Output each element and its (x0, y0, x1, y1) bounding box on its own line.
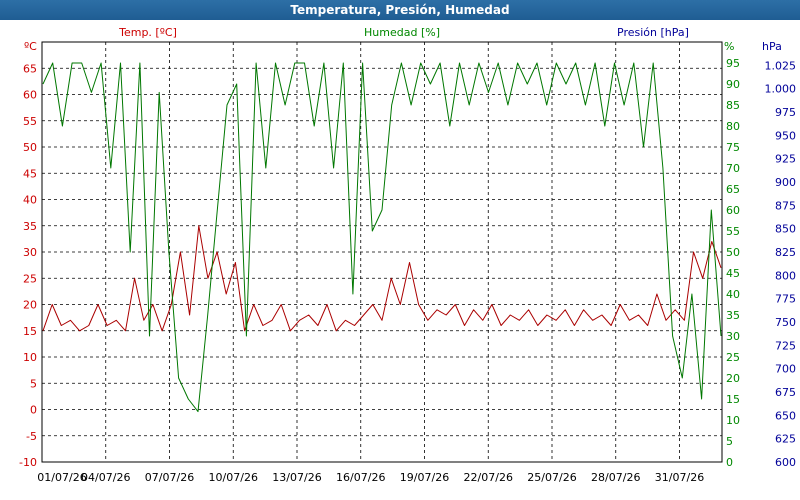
pressure-tick-label: 675 (775, 386, 796, 399)
pressure-tick-label: 750 (775, 316, 796, 329)
date-tick-label: 31/07/26 (655, 471, 704, 484)
humidity-tick-label: 35 (726, 309, 740, 322)
humidity-tick-label: 0 (726, 456, 733, 469)
date-tick-label: 22/07/26 (464, 471, 513, 484)
humidity-tick-label: 85 (726, 99, 740, 112)
temperature-tick-label: 5 (30, 377, 37, 390)
pressure-tick-label: 825 (775, 246, 796, 259)
pressure-tick-label: 875 (775, 199, 796, 212)
temperature-tick-label: 20 (23, 299, 37, 312)
date-tick-label: 04/07/26 (81, 471, 130, 484)
date-axis: 01/07/2604/07/26 07/07/26 10/07/26 13/07/26… (37, 471, 704, 484)
temperature-legend-label: Temp. [ºC] (118, 26, 177, 39)
pressure-unit-label: hPa (762, 40, 782, 53)
pressure-tick-label: 975 (775, 106, 796, 119)
humidity-tick-label: 75 (726, 141, 740, 154)
humidity-tick-label: 50 (726, 246, 740, 259)
humidity-tick-label: 65 (726, 183, 740, 196)
temperature-tick-label: 0 (30, 404, 37, 417)
humidity-tick-label: 55 (726, 225, 740, 238)
pressure-tick-label: 800 (775, 269, 796, 282)
window-title: Temperatura, Presión, Humedad (0, 0, 800, 20)
pressure-tick-label: 775 (775, 293, 796, 306)
temperature-tick-label: -5 (26, 430, 37, 443)
temperature-tick-label: 40 (23, 194, 37, 207)
pressure-tick-label: 950 (775, 129, 796, 142)
humidity-tick-label: 45 (726, 267, 740, 280)
temperature-tick-label: 60 (23, 89, 37, 102)
humidity-tick-label: 5 (726, 435, 733, 448)
humidity-tick-label: 70 (726, 162, 740, 175)
pressure-tick-label: 850 (775, 223, 796, 236)
pressure-legend-label: Presión [hPa] (617, 26, 689, 39)
temperature-tick-label: 10 (23, 351, 37, 364)
temperature-tick-label: 50 (23, 141, 37, 154)
humidity-tick-label: 60 (726, 204, 740, 217)
humidity-unit-label: % (724, 40, 734, 53)
pressure-tick-label: 700 (775, 363, 796, 376)
temperature-tick-label: -10 (19, 456, 37, 469)
temperature-axis: -10 -5 0 5 10 15 20 25 30 35 40 45 50 55 60 65 (19, 62, 37, 469)
pressure-tick-label: 925 (775, 153, 796, 166)
temperature-unit-label: ºC (24, 40, 37, 53)
temperature-tick-label: 15 (23, 325, 37, 338)
date-tick-label: 01/07/26 (37, 471, 86, 484)
pressure-tick-label: 725 (775, 339, 796, 352)
temperature-tick-label: 35 (23, 220, 37, 233)
humidity-tick-label: 10 (726, 414, 740, 427)
humidity-tick-label: 20 (726, 372, 740, 385)
date-tick-label: 16/07/26 (336, 471, 385, 484)
date-tick-label: 10/07/26 (209, 471, 258, 484)
pressure-tick-label: 600 (775, 456, 796, 469)
humidity-tick-label: 25 (726, 351, 740, 364)
humidity-legend-label: Humedad [%] (364, 26, 440, 39)
humidity-tick-label: 40 (726, 288, 740, 301)
date-tick-label: 13/07/26 (272, 471, 321, 484)
date-tick-label: 19/07/26 (400, 471, 449, 484)
pressure-tick-label: 625 (775, 433, 796, 446)
date-tick-label: 25/07/26 (527, 471, 576, 484)
temperature-tick-label: 25 (23, 272, 37, 285)
temperature-tick-label: 30 (23, 246, 37, 259)
humidity-tick-label: 90 (726, 78, 740, 91)
humidity-tick-label: 30 (726, 330, 740, 343)
date-tick-label: 07/07/26 (145, 471, 194, 484)
temperature-tick-label: 65 (23, 62, 37, 75)
pressure-tick-label: 1.000 (765, 83, 797, 96)
pressure-axis: 600 625 650 675 700 725 750 775 800 825 850 875 900 9… (765, 59, 797, 469)
pressure-tick-label: 900 (775, 176, 796, 189)
chart-window: Temperatura, Presión, Humedad -10 -5 0 5 10 1… (0, 0, 800, 500)
humidity-axis: 0 5 10 15 20 25 30 35 40 45 50 55 60 65 70 75 80 85 90 95 (726, 57, 740, 469)
temperature-tick-label: 55 (23, 115, 37, 128)
chart-svg: -10 -5 0 5 10 15 20 25 30 35 40 45 50 55 60 65 0 5 10 15 20… (19, 26, 797, 484)
date-tick-label: 28/07/26 (591, 471, 640, 484)
humidity-tick-label: 95 (726, 57, 740, 70)
pressure-tick-label: 650 (775, 409, 796, 422)
humidity-tick-label: 15 (726, 393, 740, 406)
temperature-tick-label: 45 (23, 167, 37, 180)
pressure-tick-label: 1.025 (765, 59, 797, 72)
humidity-tick-label: 80 (726, 120, 740, 133)
